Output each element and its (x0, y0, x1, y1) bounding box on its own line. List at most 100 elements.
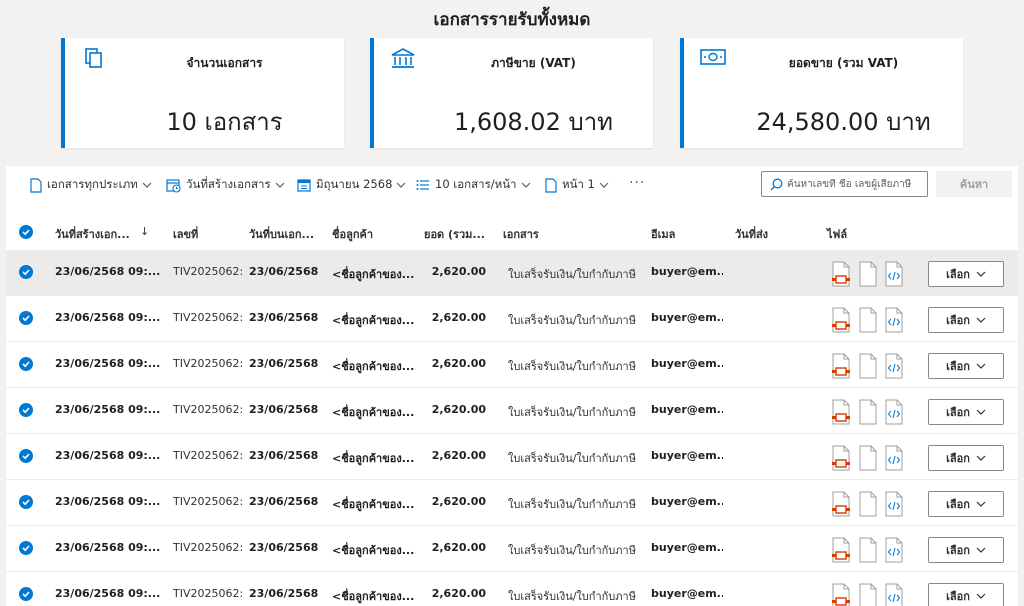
header-sent-date[interactable]: วันที่ส่ง (735, 225, 768, 243)
search-button[interactable]: ค้นหา (936, 171, 1012, 197)
summary-count-label: จำนวนเอกสาร (186, 56, 263, 70)
cell-created: 23/06/2568 09:... (55, 265, 161, 278)
cell-amount: 2,620.00 (431, 403, 486, 416)
cell-number: TIV2025062: (173, 541, 244, 554)
chevron-down-icon (976, 547, 986, 553)
blank-file-icon[interactable] (858, 261, 878, 291)
xml-file-icon[interactable] (884, 353, 904, 383)
table-row[interactable]: 23/06/2568 09:... TIV2025062: 23/06/2568… (6, 526, 1018, 572)
select-action-button[interactable]: เลือก (928, 445, 1004, 471)
cell-amount: 2,620.00 (431, 587, 486, 600)
sort-down-icon[interactable]: ↓ (140, 225, 149, 238)
table-row[interactable]: 23/06/2568 09:... TIV2025062: 23/06/2568… (6, 572, 1018, 606)
blank-file-icon[interactable] (858, 307, 878, 337)
row-checkbox[interactable] (19, 541, 33, 555)
file-icons (831, 583, 907, 606)
page-title: เอกสารรายรับทั้งหมด (433, 10, 591, 30)
chevron-down-icon (976, 455, 986, 461)
checkmark-icon (22, 545, 30, 552)
row-checkbox[interactable] (19, 449, 33, 463)
pdf-file-icon[interactable] (831, 583, 851, 606)
blank-file-icon[interactable] (858, 537, 878, 567)
date-field-filter[interactable]: วันที่สร้างเอกสาร (166, 176, 285, 194)
select-action-label: เลือก (946, 406, 970, 419)
xml-file-icon[interactable] (884, 537, 904, 567)
search-input[interactable] (787, 178, 927, 190)
table-row[interactable]: 23/06/2568 09:... TIV2025062: 23/06/2568… (6, 480, 1018, 526)
blank-file-icon[interactable] (858, 399, 878, 429)
table-row[interactable]: 23/06/2568 09:... TIV2025062: 23/06/2568… (6, 388, 1018, 434)
search-icon (770, 178, 783, 190)
blank-file-icon[interactable] (858, 445, 878, 475)
header-doc-date[interactable]: วันที่บนเอก... (249, 225, 314, 243)
header-created[interactable]: วันที่สร้างเอก... (55, 225, 130, 243)
row-checkbox[interactable] (19, 311, 33, 325)
checkmark-icon (22, 315, 30, 322)
blank-file-icon[interactable] (858, 583, 878, 606)
table-row[interactable]: 23/06/2568 09:... TIV2025062: 23/06/2568… (6, 250, 1018, 296)
cell-email: buyer@em... (651, 587, 723, 600)
header-file[interactable]: ไฟล์ (827, 225, 847, 243)
pdf-file-icon[interactable] (831, 261, 851, 291)
blank-file-icon[interactable] (858, 353, 878, 383)
more-options-button[interactable]: ··· (629, 174, 645, 192)
cell-email: buyer@em... (651, 541, 723, 554)
pdf-file-icon[interactable] (831, 307, 851, 337)
select-action-button[interactable]: เลือก (928, 353, 1004, 379)
month-filter[interactable]: มิถุนายน 2568 (297, 176, 406, 194)
header-number[interactable]: เลขที่ (173, 225, 198, 243)
chevron-down-icon (976, 409, 986, 415)
cell-customer: <ชื่อลูกค้าของ... (332, 314, 414, 327)
header-email[interactable]: อีเมล (651, 225, 675, 243)
cell-number: TIV2025062: (173, 357, 244, 370)
cell-document: ใบเสร็จรับเงิน/ใบกำกับภาษี (508, 406, 636, 419)
select-action-button[interactable]: เลือก (928, 307, 1004, 333)
header-customer[interactable]: ชื่อลูกค้า (332, 225, 373, 243)
table-row[interactable]: 23/06/2568 09:... TIV2025062: 23/06/2568… (6, 342, 1018, 388)
summary-count-value: 10 เอกสาร (166, 108, 283, 136)
select-action-button[interactable]: เลือก (928, 261, 1004, 287)
cell-number: TIV2025062: (173, 403, 244, 416)
file-icons (831, 491, 907, 517)
row-checkbox[interactable] (19, 265, 33, 279)
pdf-file-icon[interactable] (831, 537, 851, 567)
xml-file-icon[interactable] (884, 261, 904, 291)
page-size-filter[interactable]: 10 เอกสาร/หน้า (416, 176, 531, 194)
xml-file-icon[interactable] (884, 491, 904, 521)
cell-document: ใบเสร็จรับเงิน/ใบกำกับภาษี (508, 314, 636, 327)
file-icons (831, 307, 907, 333)
checkmark-icon (22, 591, 30, 598)
pdf-file-icon[interactable] (831, 491, 851, 521)
select-all-checkbox[interactable] (19, 225, 33, 239)
cell-created: 23/06/2568 09:... (55, 449, 161, 462)
xml-file-icon[interactable] (884, 307, 904, 337)
header-amount[interactable]: ยอด (รวม... (424, 225, 485, 243)
select-action-label: เลือก (946, 544, 970, 557)
cell-document: ใบเสร็จรับเงิน/ใบกำกับภาษี (508, 360, 636, 373)
select-action-button[interactable]: เลือก (928, 537, 1004, 563)
xml-file-icon[interactable] (884, 445, 904, 475)
header-document[interactable]: เอกสาร (503, 225, 539, 243)
cell-created: 23/06/2568 09:... (55, 495, 161, 508)
file-icons (831, 537, 907, 563)
xml-file-icon[interactable] (884, 399, 904, 429)
select-action-button[interactable]: เลือก (928, 583, 1004, 606)
cell-amount: 2,620.00 (431, 495, 486, 508)
pdf-file-icon[interactable] (831, 353, 851, 383)
row-checkbox[interactable] (19, 587, 33, 601)
pdf-file-icon[interactable] (831, 399, 851, 429)
table-row[interactable]: 23/06/2568 09:... TIV2025062: 23/06/2568… (6, 296, 1018, 342)
page-filter[interactable]: หน้า 1 (545, 176, 609, 194)
table-row[interactable]: 23/06/2568 09:... TIV2025062: 23/06/2568… (6, 434, 1018, 480)
blank-file-icon[interactable] (858, 491, 878, 521)
xml-file-icon[interactable] (884, 583, 904, 606)
pdf-file-icon[interactable] (831, 445, 851, 475)
row-checkbox[interactable] (19, 495, 33, 509)
doc-type-filter[interactable]: เอกสารทุกประเภท (30, 176, 152, 194)
row-checkbox[interactable] (19, 357, 33, 371)
select-action-button[interactable]: เลือก (928, 399, 1004, 425)
row-checkbox[interactable] (19, 403, 33, 417)
checkmark-icon (22, 407, 30, 414)
cell-email: buyer@em... (651, 357, 723, 370)
select-action-button[interactable]: เลือก (928, 491, 1004, 517)
